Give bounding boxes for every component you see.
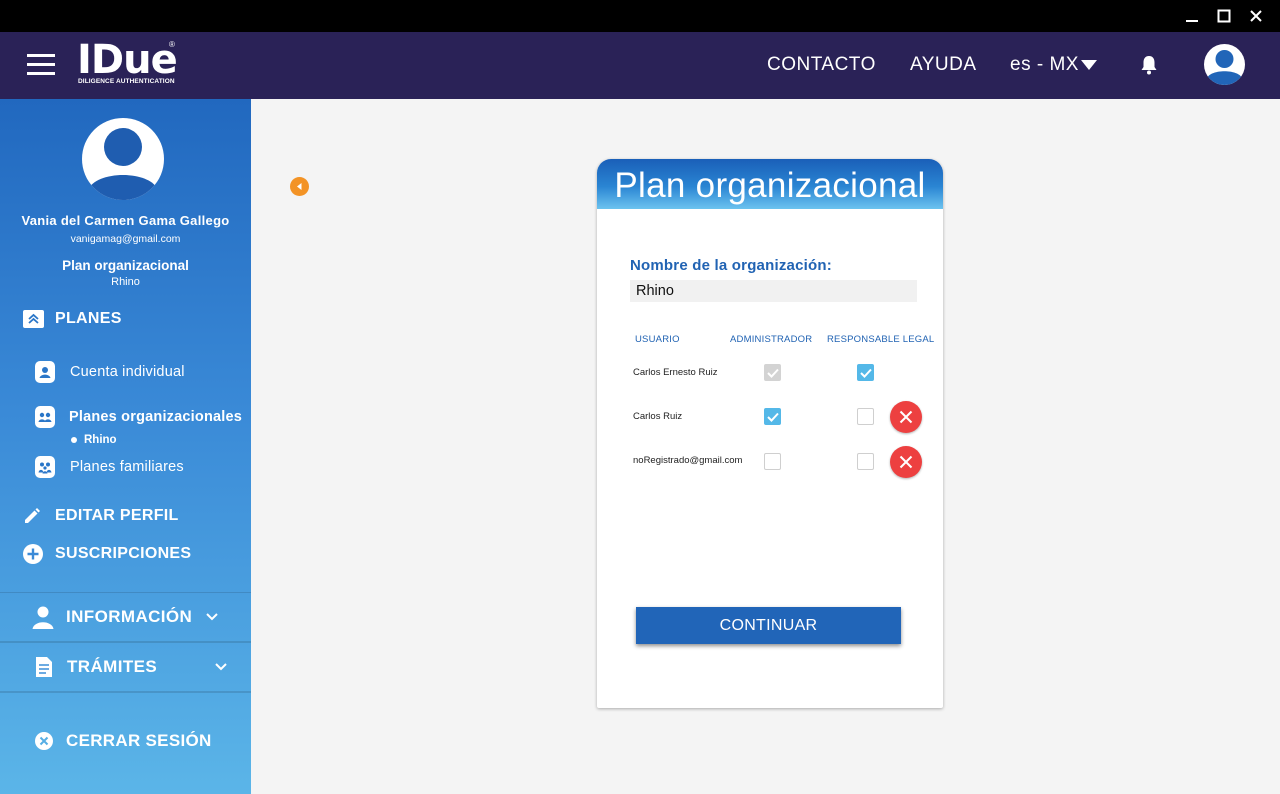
bullet-icon (71, 437, 77, 443)
sidebar-item-planes-organizacionales[interactable]: Planes organizacionales (35, 406, 242, 428)
close-circle-icon (35, 732, 53, 750)
row-user-name: noRegistrado@gmail.com (633, 455, 743, 466)
document-icon (36, 657, 52, 677)
legal-checkbox[interactable] (857, 453, 874, 470)
checkmark-icon (766, 412, 779, 422)
maximize-icon[interactable] (1208, 0, 1240, 32)
profile-avatar-icon (82, 118, 164, 200)
sidebar-subitem-rhino[interactable]: Rhino (71, 434, 117, 446)
close-icon (899, 410, 913, 424)
row-user-name: Carlos Ruiz (633, 411, 683, 422)
plan-card: Plan organizacional Nombre de la organiz… (597, 159, 943, 708)
sidebar-item-label: INFORMACIÓN (66, 607, 193, 626)
sidebar-item-label: Planes organizacionales (69, 409, 243, 425)
delete-user-button[interactable] (890, 401, 922, 433)
sidebar-item-label: Cuenta individual (70, 364, 185, 380)
logo-registered-mark: ® (169, 40, 175, 49)
minimize-icon[interactable] (1176, 0, 1208, 32)
sidebar-subitem-label: Rhino (84, 434, 117, 446)
pencil-icon (25, 508, 40, 523)
checkmark-icon (766, 368, 779, 378)
person-card-icon (35, 361, 55, 383)
sidebar-item-label: PLANES (55, 310, 122, 327)
sidebar-item-informacion[interactable]: INFORMACIÓN (0, 593, 251, 643)
sidebar-item-suscripciones[interactable]: SUSCRIPCIONES (23, 544, 191, 564)
current-plan-title: Plan organizacional (62, 258, 189, 273)
plus-circle-icon (23, 544, 43, 564)
app-header: IDue ® DILIGENCE AUTHENTICATION CONTACTO… (0, 32, 1280, 99)
org-name-field[interactable] (630, 280, 917, 302)
legal-checkbox[interactable] (857, 408, 874, 425)
language-selector[interactable]: es - MX (1010, 54, 1097, 76)
current-plan-name: Rhino (111, 276, 140, 288)
close-icon (899, 455, 913, 469)
admin-checkbox[interactable] (764, 408, 781, 425)
close-icon[interactable] (1240, 0, 1272, 32)
sidebar-item-tramites[interactable]: TRÁMITES (0, 643, 251, 693)
menu-icon[interactable] (27, 54, 55, 76)
collapse-sidebar-icon[interactable] (290, 177, 309, 196)
sidebar-item-label: Planes familiares (70, 459, 184, 475)
language-label: es - MX (1010, 54, 1079, 75)
family-icon (35, 456, 55, 478)
column-header-admin: ADMINISTRADOR (730, 334, 813, 345)
sidebar-item-cuenta-individual[interactable]: Cuenta individual (35, 361, 185, 383)
sidebar-item-editar-perfil[interactable]: EDITAR PERFIL (23, 507, 179, 525)
person-icon (32, 606, 54, 629)
logout-label: CERRAR SESIÓN (66, 731, 212, 750)
column-header-user: USUARIO (635, 334, 680, 345)
sidebar-item-planes-familiares[interactable]: Planes familiares (35, 456, 184, 478)
sidebar: Vania del Carmen Gama Gallego vanigamag@… (0, 99, 251, 794)
logo: IDue ® DILIGENCE AUTHENTICATION (77, 38, 187, 90)
row-user-name: Carlos Ernesto Ruiz (633, 367, 718, 378)
nav-help-link[interactable]: AYUDA (910, 54, 977, 76)
checkmark-icon (859, 368, 872, 378)
sidebar-item-label: SUSCRIPCIONES (55, 545, 192, 562)
user-avatar-icon[interactable] (1204, 44, 1245, 85)
window-title-bar (0, 0, 1280, 32)
continue-button[interactable]: CONTINUAR (636, 607, 901, 644)
delete-user-button[interactable] (890, 446, 922, 478)
logout-button[interactable]: CERRAR SESIÓN (35, 731, 212, 751)
chevron-down-icon (215, 663, 227, 671)
nav-contact-link[interactable]: CONTACTO (767, 54, 876, 76)
caret-down-icon (1080, 60, 1097, 70)
logo-subtitle: DILIGENCE AUTHENTICATION (78, 78, 175, 85)
sidebar-item-label: EDITAR PERFIL (55, 507, 179, 524)
admin-checkbox[interactable] (764, 453, 781, 470)
chevron-down-icon (206, 613, 218, 621)
card-title: Plan organizacional (614, 166, 926, 205)
sidebar-item-planes[interactable]: PLANES (23, 310, 122, 328)
sidebar-item-label: TRÁMITES (67, 657, 158, 676)
user-email: vanigamag@gmail.com (70, 233, 181, 245)
organization-icon (35, 406, 55, 428)
org-name-label: Nombre de la organización: (630, 257, 832, 274)
legal-checkbox[interactable] (857, 364, 874, 381)
plans-icon (23, 310, 44, 328)
column-header-legal: RESPONSABLE LEGAL (827, 334, 935, 345)
card-header: Plan organizacional (597, 159, 943, 209)
user-name: Vania del Carmen Gama Gallego (21, 213, 230, 228)
bell-icon[interactable] (1138, 54, 1160, 76)
admin-checkbox[interactable] (764, 364, 781, 381)
